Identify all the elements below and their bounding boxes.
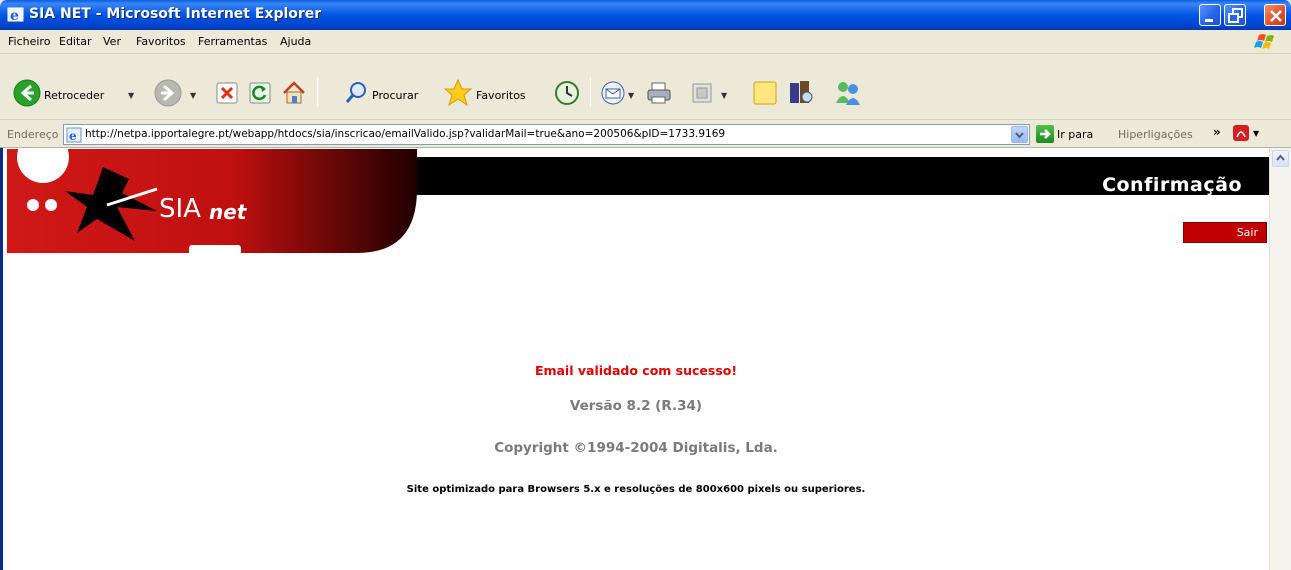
menu-editar[interactable]: Editar <box>59 35 92 48</box>
menu-ferramentas[interactable]: Ferramentas <box>198 35 267 48</box>
acrobat-icon[interactable] <box>1233 125 1249 141</box>
stop-icon[interactable] <box>216 82 238 104</box>
back-dropdown-icon[interactable]: ▼ <box>128 91 134 100</box>
go-label[interactable]: Ir para <box>1057 128 1093 141</box>
search-icon[interactable] <box>344 80 370 106</box>
restore-icon <box>1228 8 1243 23</box>
research-icon[interactable] <box>787 79 815 107</box>
standard-toolbar: Retroceder ▼ ▼ Procurar Favoritos ▼ ▼ <box>0 55 1291 120</box>
back-arrow-icon[interactable] <box>12 78 42 108</box>
close-icon <box>1270 10 1282 22</box>
address-dropdown-button[interactable] <box>1011 126 1028 143</box>
go-button[interactable] <box>1036 125 1054 143</box>
logo-text-main: SIA <box>159 194 201 224</box>
windows-logo-icon <box>1254 34 1274 49</box>
menu-ajuda[interactable]: Ajuda <box>280 35 311 48</box>
internet-explorer-icon: e <box>7 7 24 24</box>
sianet-logo: SIA net <box>7 149 417 255</box>
logo-text-suffix: net <box>209 200 248 224</box>
svg-text:e: e <box>69 129 77 143</box>
scroll-up-button[interactable] <box>1272 150 1289 167</box>
svg-text:e: e <box>10 8 19 24</box>
mail-dropdown-icon[interactable]: ▼ <box>628 91 634 100</box>
copyright-text: Copyright ©1994-2004 Digitalis, Lda. <box>494 440 778 456</box>
minimize-icon <box>1205 19 1213 22</box>
mail-icon[interactable] <box>600 80 626 106</box>
address-url[interactable]: http://netpa.ipportalegre.pt/webapp/htdo… <box>85 128 725 140</box>
page-viewport: Confirmação SIA net Sair Email validado … <box>0 148 1291 570</box>
success-message: Email validado com sucesso! <box>534 363 738 378</box>
favorites-star-icon[interactable] <box>443 78 473 108</box>
vertical-scrollbar[interactable] <box>1269 148 1291 570</box>
menu-ver[interactable]: Ver <box>103 35 121 48</box>
favorites-button-label[interactable]: Favoritos <box>476 89 526 102</box>
links-chevron-icon[interactable]: » <box>1213 125 1221 139</box>
messenger-icon[interactable] <box>833 79 863 107</box>
window-title-bar[interactable]: e SIA NET - Microsoft Internet Explorer <box>0 0 1291 30</box>
discuss-note-icon[interactable] <box>752 80 778 106</box>
version-text: Versão 8.2 (R.34) <box>569 398 703 414</box>
window-title: SIA NET - Microsoft Internet Explorer <box>29 6 322 22</box>
search-button-label[interactable]: Procurar <box>372 89 418 102</box>
refresh-icon[interactable] <box>249 82 271 104</box>
forward-arrow-icon[interactable] <box>153 78 183 108</box>
home-icon[interactable] <box>281 80 307 106</box>
back-button-label[interactable]: Retroceder <box>44 89 104 102</box>
address-label: Endereço <box>7 128 59 141</box>
logout-button[interactable]: Sair <box>1183 222 1267 243</box>
page-heading: Confirmação <box>1102 174 1242 196</box>
address-input[interactable]: e http://netpa.ipportalegre.pt/webapp/ht… <box>63 124 1030 145</box>
chevron-up-icon <box>1276 154 1285 161</box>
menu-favoritos[interactable]: Favoritos <box>136 35 186 48</box>
menu-bar: Ficheiro Editar Ver Favoritos Ferramenta… <box>0 30 1291 54</box>
browser-note: Site optimizado para Browsers 5.x e reso… <box>406 484 866 495</box>
go-arrow-icon <box>1040 129 1051 139</box>
history-icon[interactable] <box>554 80 580 106</box>
print-icon[interactable] <box>646 80 672 106</box>
links-label[interactable]: Hiperligações <box>1118 128 1193 141</box>
edit-icon[interactable] <box>691 82 713 104</box>
chevron-down-icon <box>1015 132 1024 139</box>
edit-dropdown-icon[interactable]: ▼ <box>721 91 727 100</box>
address-bar: Endereço e http://netpa.ipportalegre.pt/… <box>0 120 1291 148</box>
restore-button[interactable] <box>1224 4 1246 26</box>
forward-dropdown-icon[interactable]: ▼ <box>190 91 196 100</box>
minimize-button[interactable] <box>1199 4 1221 26</box>
acrobat-dropdown-icon[interactable]: ▼ <box>1253 129 1259 138</box>
close-button[interactable] <box>1264 4 1286 26</box>
ie-page-icon: e <box>66 127 82 143</box>
menu-ficheiro[interactable]: Ficheiro <box>8 35 50 48</box>
